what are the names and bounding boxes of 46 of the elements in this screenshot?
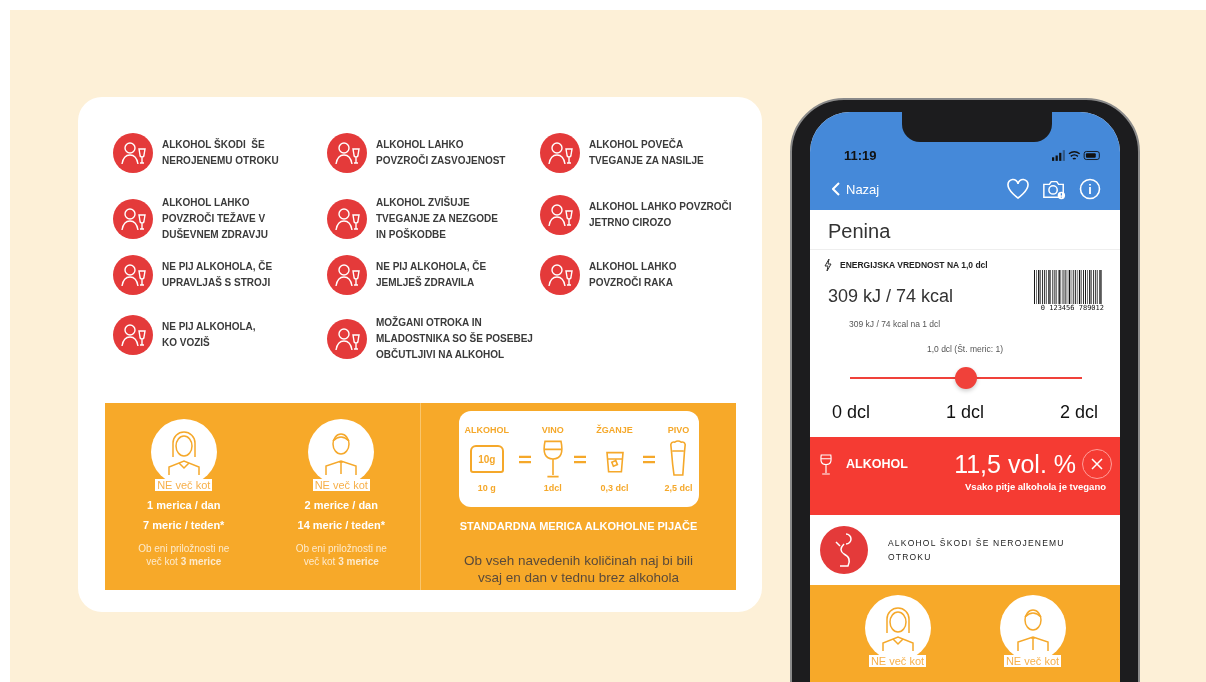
warning-text: NE PIJ ALKOHOLA, ČE UPRAVLJAŠ S STROJI: [162, 259, 273, 290]
slider-caption: 1,0 dcl (Št. meric: 1): [926, 344, 1004, 354]
limit-label: NE več kot: [1003, 655, 1062, 667]
limit-label: NE več kot: [312, 479, 370, 491]
warning-text: ALKOHOL LAHKO POVZROČI TEŽAVE V DUŠEVNEM ZDRAVJU: [162, 196, 268, 242]
warning-text: ALKOHOL LAHKO POVZROČI RAKA: [589, 260, 677, 290]
warning-text: ALKOHOL POVEČA TVEGANJE ZA NASILJE: [589, 137, 704, 168]
drink-amount: 1dcl: [543, 483, 562, 493]
daily-limit: 2 merice / dan: [304, 499, 378, 511]
drink-label: VINO: [541, 425, 564, 435]
limit-label: NE več kot: [868, 655, 927, 667]
warning-text: MOŽGANI OTROKA IN MLADOSTNIKA SO ŠE POSEBEJ OBČUTLJIVI NA ALKOHOL: [376, 315, 533, 362]
back-button[interactable]: Nazaj: [832, 181, 880, 197]
drink-amount: 2,5 dcl: [664, 483, 693, 493]
occasion-note: Ob eni priložnosti ne več kot 3 merice: [295, 542, 387, 568]
warning-text: ALKOHOL LAHKO POVZROČI JETRNO CIROZO: [589, 199, 732, 230]
warning-text: ALKOHOL ZVIŠUJE TVEGANJE ZA NEZGODE IN POŠKODBE: [376, 195, 498, 242]
drink-label: ALKOHOL: [464, 425, 509, 435]
weekly-limit: 14 meric / teden*: [297, 519, 385, 531]
daily-limit: 1 merica / dan: [147, 499, 221, 511]
standard-drink-title: STANDARDNA MERICA ALKOHOLNE PIJAČE: [459, 520, 698, 532]
energy-note: 309 kJ / 74 kcal na 1 dcl: [849, 319, 942, 329]
warning-text: NE PIJ ALKOHOLA, ČE JEMLJEŠ ZDRAVILA: [376, 259, 487, 290]
warning-text: ALKOHOL LAHKO POVZROČI ZASVOJENOST: [376, 138, 506, 168]
status-time: 11:19: [844, 148, 877, 163]
alcohol-free-note: Ob vseh navedenih količinah naj bi bili vsaj en dan v tednu brez alkohola: [464, 552, 693, 586]
weekly-limit: 7 meric / teden*: [143, 519, 225, 531]
slider-tick-label: 0 dcl: [832, 402, 871, 423]
energy-label: ENERGIJSKA VREDNOST NA 1,0 dcl: [840, 260, 988, 270]
drink-label: ŽGANJE: [596, 425, 633, 435]
warning-text: ALKOHOL ŠKODI ŠE NEROJENEMU OTROKU: [888, 537, 1065, 564]
warning-text: NE PIJ ALKOHOLA, KO VOZIŠ: [162, 320, 256, 350]
drink-amount: 10 g: [477, 483, 496, 493]
occasion-note: Ob eni priložnosti ne več kot 3 merice: [138, 542, 230, 568]
weight-icon: 10g: [469, 445, 504, 473]
warning-text: ALKOHOL ŠKODI ŠE NEROJENEMU OTROKU: [162, 137, 279, 168]
alcohol-label: ALKOHOL: [846, 457, 908, 471]
product-name: Penina: [810, 210, 1120, 250]
limit-label: NE več kot: [155, 479, 213, 491]
alcohol-value: 11,5 vol. %: [954, 449, 1076, 479]
slider-tick-label: 2 dcl: [1059, 402, 1098, 423]
alcohol-warning: Vsako pitje alkohola je tvegano: [965, 481, 1106, 492]
slider-tick-label: 1 dcl: [946, 402, 984, 423]
drink-label: PIVO: [667, 425, 690, 435]
energy-value: 309 kJ / 74 kcal: [828, 286, 955, 307]
drink-amount: 0,3 dcl: [600, 483, 629, 493]
